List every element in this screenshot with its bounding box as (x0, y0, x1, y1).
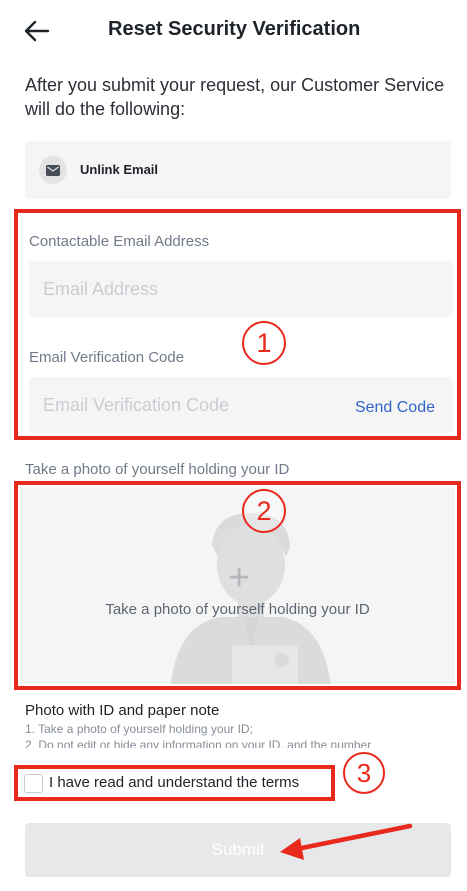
unlink-email-item: Unlink Email (25, 141, 451, 199)
arrow-left-icon (24, 20, 50, 42)
annotation-badge-2: 2 (242, 489, 286, 533)
photo-upload-area[interactable]: + Take a photo of yourself holding your … (20, 487, 455, 684)
submit-button[interactable]: Submit (25, 823, 451, 877)
note-line-2: 2. Do not edit or hide any information o… (25, 738, 372, 748)
header: Reset Security Verification (0, 0, 467, 60)
plus-icon: + (228, 557, 251, 599)
terms-text: I have read and understand the terms (49, 774, 300, 791)
note-line-2-clip: 2. Do not edit or hide any information o… (25, 737, 445, 748)
back-button[interactable] (22, 16, 52, 46)
email-address-input[interactable] (29, 261, 453, 317)
envelope-icon (39, 156, 67, 184)
email-verification-section: Contactable Email Address 1 Email Verifi… (14, 209, 461, 440)
annotation-badge-3: 3 (343, 752, 385, 794)
terms-checkbox[interactable] (24, 774, 43, 793)
send-code-button[interactable]: Send Code (355, 399, 435, 417)
intro-text: After you submit your request, our Custo… (25, 75, 445, 119)
page-title: Reset Security Verification (108, 18, 361, 40)
note-title: Photo with ID and paper note (25, 702, 220, 719)
unlink-email-label: Unlink Email (80, 162, 159, 177)
photo-upload-label: Take a photo of yourself holding your ID (25, 461, 290, 478)
photo-upload-section: + Take a photo of yourself holding your … (14, 481, 461, 690)
email-code-label: Email Verification Code (29, 349, 185, 366)
note-line-1: 1. Take a photo of yourself holding your… (25, 722, 253, 736)
email-address-label: Contactable Email Address (29, 233, 210, 250)
terms-row: I have read and understand the terms (14, 765, 335, 801)
annotation-badge-1: 1 (242, 321, 286, 365)
photo-upload-text: Take a photo of yourself holding your ID (105, 601, 370, 618)
